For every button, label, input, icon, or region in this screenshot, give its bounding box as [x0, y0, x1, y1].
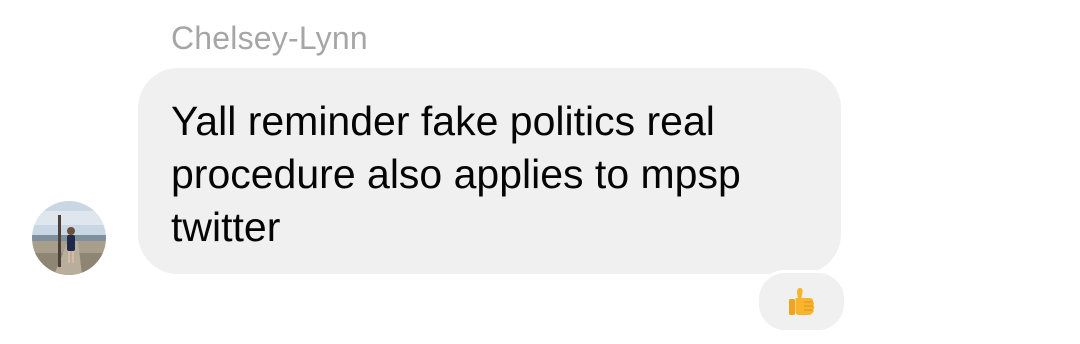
message-thread: Chelsey-Lynn Yall reminder fake politics…	[0, 0, 1080, 344]
avatar-photo	[32, 201, 106, 275]
sender-name: Chelsey-Lynn	[171, 20, 368, 56]
thumbs-up-icon	[788, 287, 814, 315]
reaction-badge[interactable]	[756, 270, 847, 333]
message-bubble[interactable]: Yall reminder fake politics real procedu…	[138, 68, 841, 274]
message-text: Yall reminder fake politics real procedu…	[171, 98, 741, 250]
avatar[interactable]	[32, 201, 106, 275]
